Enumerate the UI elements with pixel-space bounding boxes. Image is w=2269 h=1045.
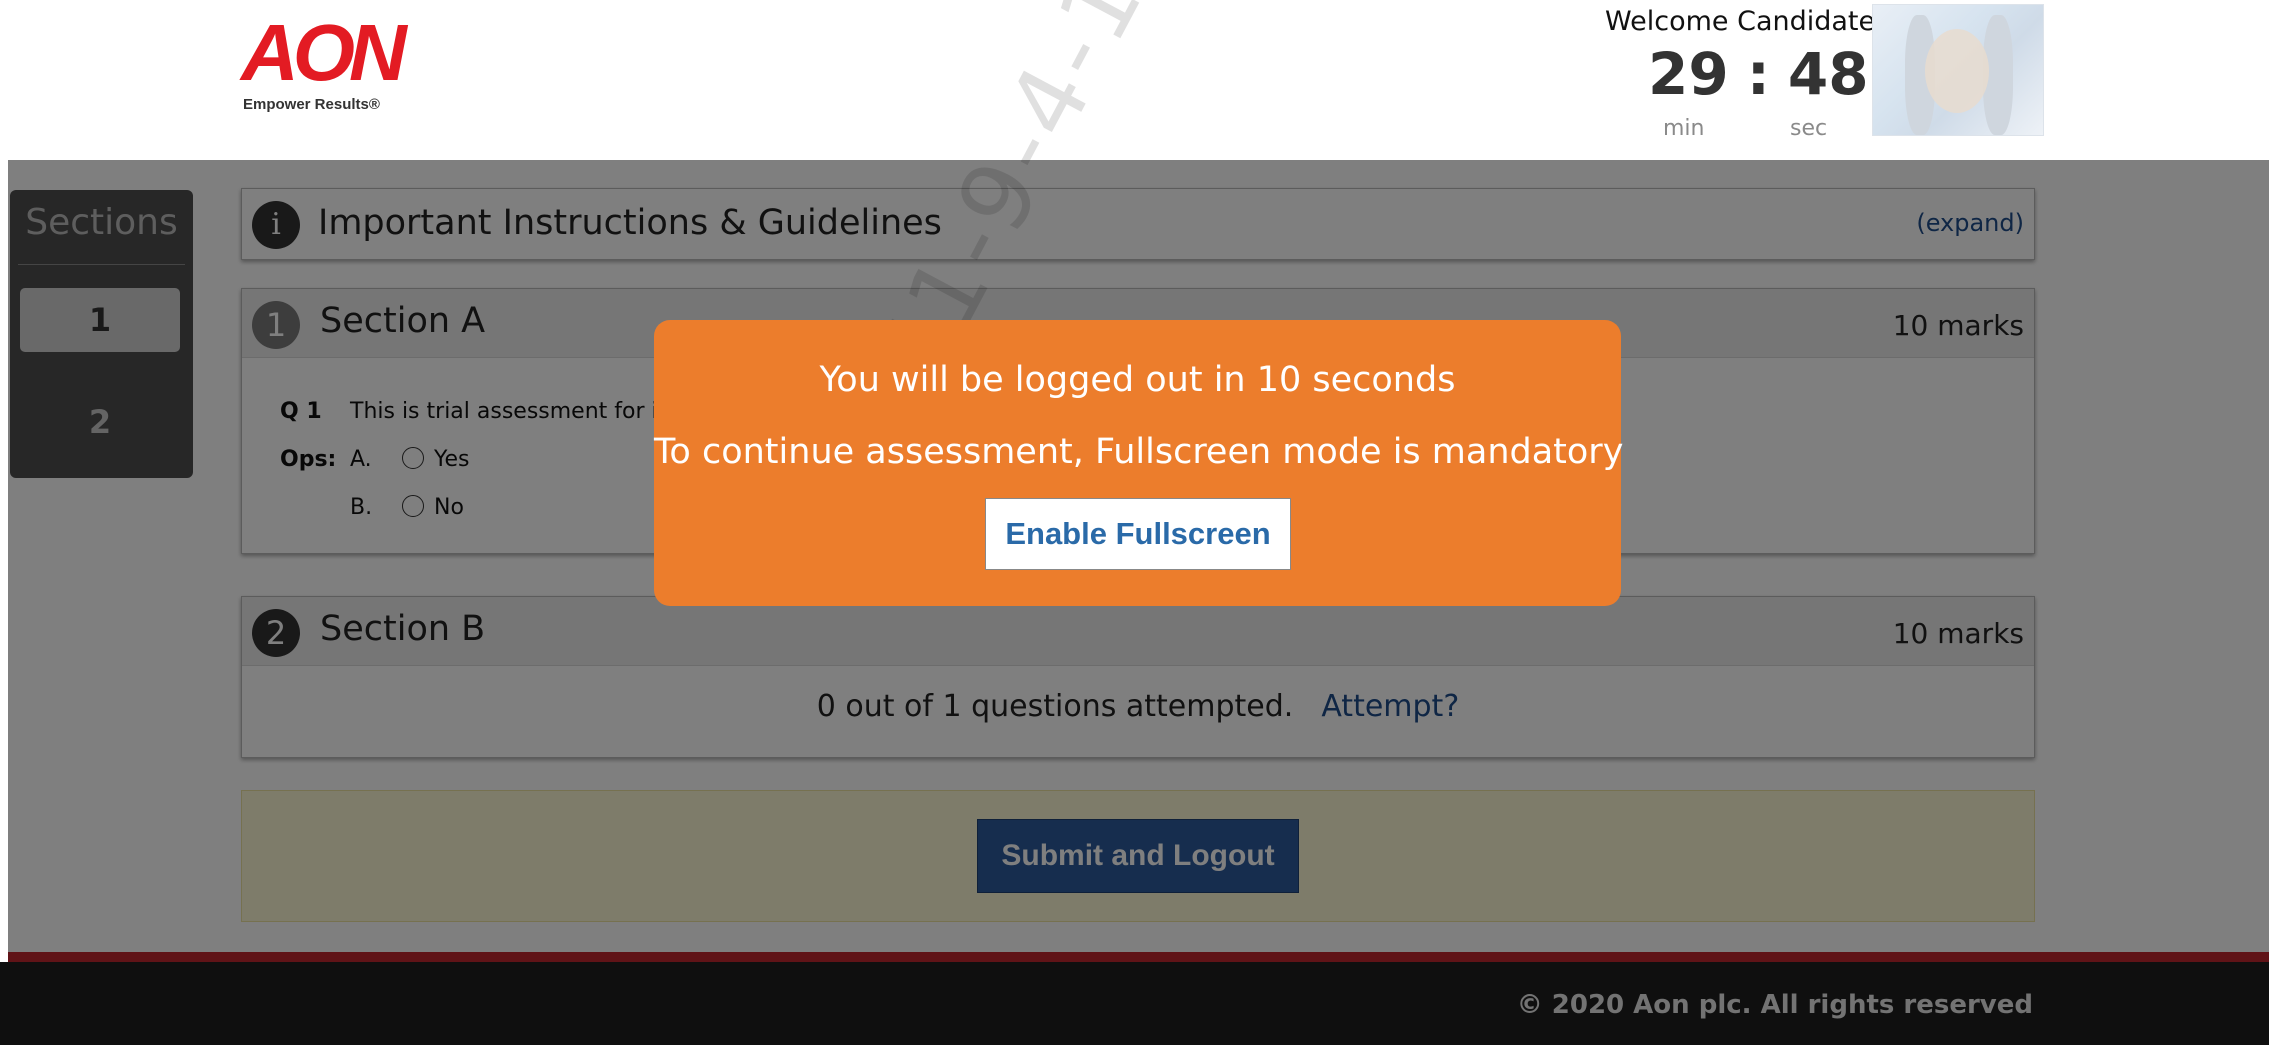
fullscreen-warning-modal: You will be logged out in 10 seconds To … (654, 320, 1624, 606)
backdrop-edge (0, 160, 8, 962)
fullscreen-requirement-text: To continue assessment, Fullscreen mode … (654, 432, 1624, 472)
countdown-timer: 29:48 (1648, 40, 1869, 108)
enable-fullscreen-button[interactable]: Enable Fullscreen (985, 498, 1291, 570)
timer-sec-label: sec (1790, 116, 1828, 141)
logo-mark: AON (241, 8, 407, 97)
candidate-photo (1872, 4, 2044, 136)
timer-seconds: 48 (1787, 40, 1869, 108)
welcome-text: Welcome Candidate (1605, 6, 1876, 37)
timer-separator: : (1746, 40, 1770, 108)
timer-minutes: 29 (1648, 40, 1729, 108)
photo-face (1925, 29, 1989, 113)
logo-tagline: Empower Results® (243, 96, 380, 113)
aon-logo: AON Empower Results® (241, 8, 411, 118)
logout-warning-text: You will be logged out in 10 seconds (819, 360, 1456, 400)
timer-min-label: min (1663, 116, 1705, 141)
